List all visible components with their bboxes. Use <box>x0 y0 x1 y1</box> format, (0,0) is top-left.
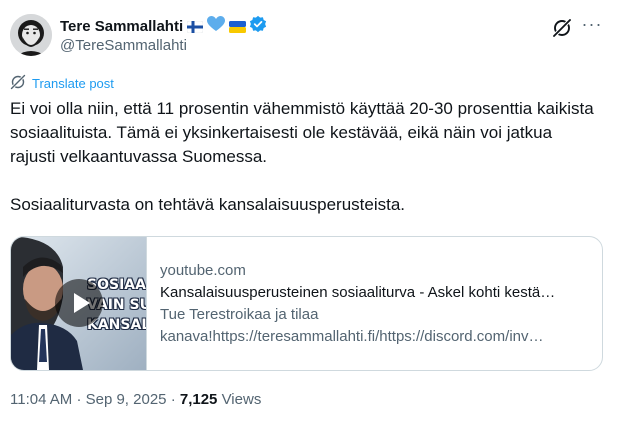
meta-separator: · <box>170 391 176 408</box>
avatar[interactable] <box>10 14 52 56</box>
post-paragraph: Sosiaaliturvasta on tehtävä kansalaisuus… <box>10 195 406 214</box>
post-time[interactable]: 11:04 AM <box>10 391 72 408</box>
link-card-title: Kansalaisuusperusteinen sosiaaliturva - … <box>160 284 556 301</box>
post-date[interactable]: Sep 9, 2025 <box>86 391 167 408</box>
video-thumbnail[interactable]: SOSIAALIT VAIN SUO KANSALAIS <box>11 237 147 370</box>
author-handle[interactable]: @TereSammallahti <box>60 36 187 56</box>
post-header: Tere Sammallahti @TereSammallahti ··· <box>10 12 610 58</box>
link-card[interactable]: SOSIAALIT VAIN SUO KANSALAIS youtube.com… <box>10 236 603 371</box>
finland-flag-icon <box>186 20 204 34</box>
play-icon[interactable] <box>55 279 103 327</box>
translate-icon <box>10 74 26 93</box>
more-icon[interactable]: ··· <box>580 15 604 36</box>
views-label: Views <box>221 391 262 408</box>
grok-icon[interactable] <box>552 18 572 38</box>
ukraine-flag-icon <box>229 20 247 33</box>
link-card-description: Tue Terestroikaa ja tilaa kanava!https:/… <box>160 306 544 345</box>
views-count: 7,125 <box>179 391 218 408</box>
translate-label[interactable]: Translate post <box>32 76 114 91</box>
meta-separator: · <box>76 391 82 408</box>
translate-post-link[interactable]: Translate post <box>10 74 114 93</box>
post-paragraph: Ei voi olla niin, että 11 prosentin vähe… <box>10 99 594 166</box>
verified-icon[interactable] <box>249 15 267 38</box>
author-display-name[interactable]: Tere Sammallahti <box>60 17 183 37</box>
link-card-domain: youtube.com <box>160 262 246 279</box>
post-body: Ei voi olla niin, että 11 prosentin vähe… <box>10 97 600 217</box>
author-name-row: Tere Sammallahti <box>60 15 267 38</box>
post-meta: 11:04 AM · Sep 9, 2025 · 7,125 Views <box>10 390 261 410</box>
link-card-info: youtube.com Kansalaisuusperusteinen sosi… <box>147 237 602 370</box>
blue-heart-icon <box>207 16 226 37</box>
